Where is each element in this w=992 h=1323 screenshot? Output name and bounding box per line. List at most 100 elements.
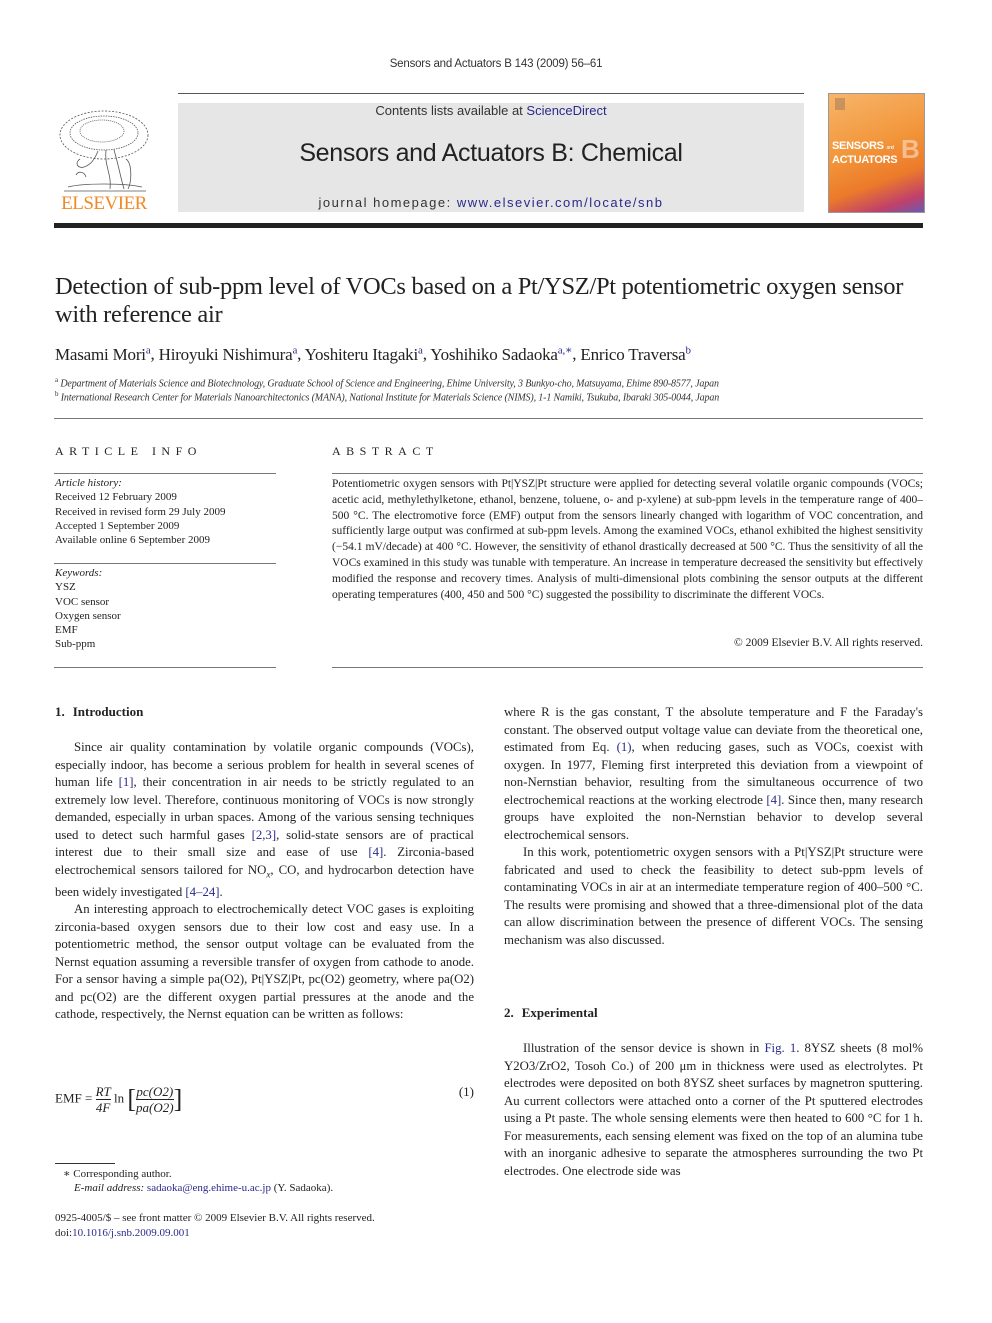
keyword: VOC sensor (55, 595, 110, 608)
history-item: Accepted 1 September 2009 (55, 519, 180, 532)
article-info-heading: ARTICLE INFO (55, 444, 202, 458)
divider (332, 473, 923, 474)
article-history: Article history: Received 12 February 20… (55, 476, 275, 547)
divider (54, 563, 276, 564)
author[interactable]: Enrico Traversab (580, 344, 692, 364)
affiliation-text: International Research Center for Materi… (60, 392, 720, 404)
frac-num: RT (95, 1084, 111, 1100)
author-list: Masami Moria, Hiroyuki Nishimuraa, Yoshi… (55, 344, 692, 364)
experimental-body: Illustration of the sensor device is sho… (504, 1040, 923, 1180)
citation-link[interactable]: [4] (368, 845, 383, 859)
paragraph: Since air quality contamination by volat… (55, 739, 474, 901)
text-run: . 8YSZ sheets (8 mol% Y2O3/ZrO2, Tosoh C… (504, 1041, 923, 1178)
intro-body-continued: where R is the gas constant, T the absol… (504, 704, 923, 949)
email-label: E-mail address: (74, 1182, 147, 1194)
author-affil-mark[interactable]: a,∗ (558, 344, 573, 356)
citation-link[interactable]: [4–24] (185, 885, 219, 899)
footnote-rule (55, 1163, 115, 1164)
author-name: Yoshihiko Sadaoka (430, 344, 558, 364)
top-rule (178, 93, 804, 94)
paragraph: An interesting approach to electrochemic… (55, 902, 474, 1022)
history-item: Received in revised form 29 July 2009 (55, 505, 226, 518)
history-label: Article history: (55, 477, 122, 489)
author-affil-mark[interactable]: a (292, 344, 297, 356)
section-number: 2. (504, 1005, 514, 1020)
keyword: YSZ (55, 581, 76, 594)
doi-label: doi: (55, 1227, 73, 1239)
homepage-link[interactable]: www.elsevier.com/locate/snb (457, 195, 664, 210)
running-head: Sensors and Actuators B 143 (2009) 56–61 (389, 58, 603, 70)
author[interactable]: Masami Moria (55, 344, 151, 364)
ln-operator: ln (113, 1090, 125, 1106)
author-name: Enrico Traversa (580, 344, 686, 364)
right-bracket: ] (173, 1084, 183, 1114)
section-number: 1. (55, 704, 65, 719)
email-link[interactable]: sadaoka@eng.ehime-u.ac.jp (147, 1182, 271, 1194)
equation-number: (1) (458, 1084, 474, 1099)
equation-lhs: EMF = (55, 1090, 93, 1106)
history-item: Available online 6 September 2009 (55, 534, 210, 547)
paragraph: Illustration of the sensor device is sho… (504, 1040, 923, 1180)
abstract-copyright: © 2009 Elsevier B.V. All rights reserved… (734, 637, 923, 649)
elsevier-logo[interactable]: ELSEVIER (54, 105, 154, 215)
fraction-rt-4f: RT 4F (95, 1084, 111, 1115)
journal-banner: Contents lists available at ScienceDirec… (178, 103, 804, 212)
citation-link[interactable]: [1] (119, 775, 134, 789)
divider (54, 473, 276, 474)
doi-note: doi:10.1016/j.snb.2009.09.001 (55, 1227, 475, 1239)
doi-link[interactable]: 10.1016/j.snb.2009.09.001 (72, 1227, 190, 1239)
cover-line2: ACTUATORS (832, 154, 898, 166)
affiliation-key: a (55, 376, 58, 384)
email-note: E-mail address: sadaoka@eng.ehime-u.ac.j… (74, 1182, 494, 1194)
cover-title: SENSORS and ACTUATORS (832, 140, 898, 166)
article-title: Detection of sub-ppm level of VOCs based… (55, 273, 904, 328)
equation-1: EMF = RT 4F ln [pc(O2) pa(O2)] (1) (55, 1077, 474, 1115)
paragraph: In this work, potentiometric oxygen sens… (504, 845, 923, 947)
keywords-label: Keywords: (55, 567, 103, 579)
journal-cover[interactable]: SENSORS and ACTUATORS B (828, 93, 925, 213)
divider (332, 667, 923, 668)
sciencedirect-link[interactable]: ScienceDirect (526, 103, 606, 118)
frac-den: pa(O2) (136, 1100, 174, 1115)
keyword: Oxygen sensor (55, 609, 121, 622)
author-affil-mark[interactable]: a (418, 344, 423, 356)
section-title: Introduction (72, 704, 144, 719)
text-run: . (219, 884, 223, 899)
author[interactable]: Yoshihiko Sadaokaa,∗ (430, 344, 573, 364)
affiliation-text: Department of Materials Science and Biot… (60, 378, 719, 390)
divider (54, 667, 276, 668)
elsevier-wordmark: ELSEVIER (61, 193, 147, 214)
email-suffix: (Y. Sadaoka). (270, 1182, 334, 1194)
elsevier-tree-icon (59, 110, 149, 192)
cover-and: and (886, 145, 894, 151)
keyword: Sub-ppm (55, 638, 96, 651)
citation-link[interactable]: [2,3] (252, 828, 277, 842)
frac-den: 4F (95, 1100, 111, 1115)
paragraph: where R is the gas constant, T the absol… (504, 704, 923, 844)
author-affil-mark[interactable]: b (686, 344, 692, 356)
journal-name: Sensors and Actuators B: Chemical (299, 139, 683, 167)
left-bracket: [ (127, 1084, 137, 1114)
keywords: Keywords: YSZ VOC sensor Oxygen sensor E… (55, 566, 275, 652)
equation-link[interactable]: (1) (617, 740, 632, 754)
author-name: Hiroyuki Nishimura (158, 344, 293, 364)
header-thick-rule (54, 223, 923, 228)
text-run: Illustration of the sensor device is sho… (523, 1041, 765, 1055)
cover-publisher-icon (835, 98, 845, 110)
author[interactable]: Yoshiteru Itagakia (305, 344, 423, 364)
affiliation-a: a Department of Materials Science and Bi… (55, 376, 935, 389)
abstract-heading: ABSTRACT (332, 444, 439, 458)
figure-link[interactable]: Fig. 1 (764, 1041, 796, 1055)
affiliation-b: b International Research Center for Mate… (55, 390, 935, 403)
author[interactable]: Hiroyuki Nishimuraa (158, 344, 298, 364)
keyword: EMF (55, 624, 78, 637)
intro-body: Since air quality contamination by volat… (55, 739, 474, 1024)
citation-link[interactable]: [4] (766, 793, 781, 807)
cover-line1: SENSORS (832, 140, 884, 152)
history-item: Received 12 February 2009 (55, 491, 177, 504)
divider (54, 418, 923, 419)
equation-body: EMF = RT 4F ln [pc(O2) pa(O2)] (55, 1084, 182, 1115)
author-affil-mark[interactable]: a (146, 344, 151, 356)
cover-letter: B (901, 134, 920, 164)
homepage-prefix: journal homepage: (318, 195, 457, 210)
